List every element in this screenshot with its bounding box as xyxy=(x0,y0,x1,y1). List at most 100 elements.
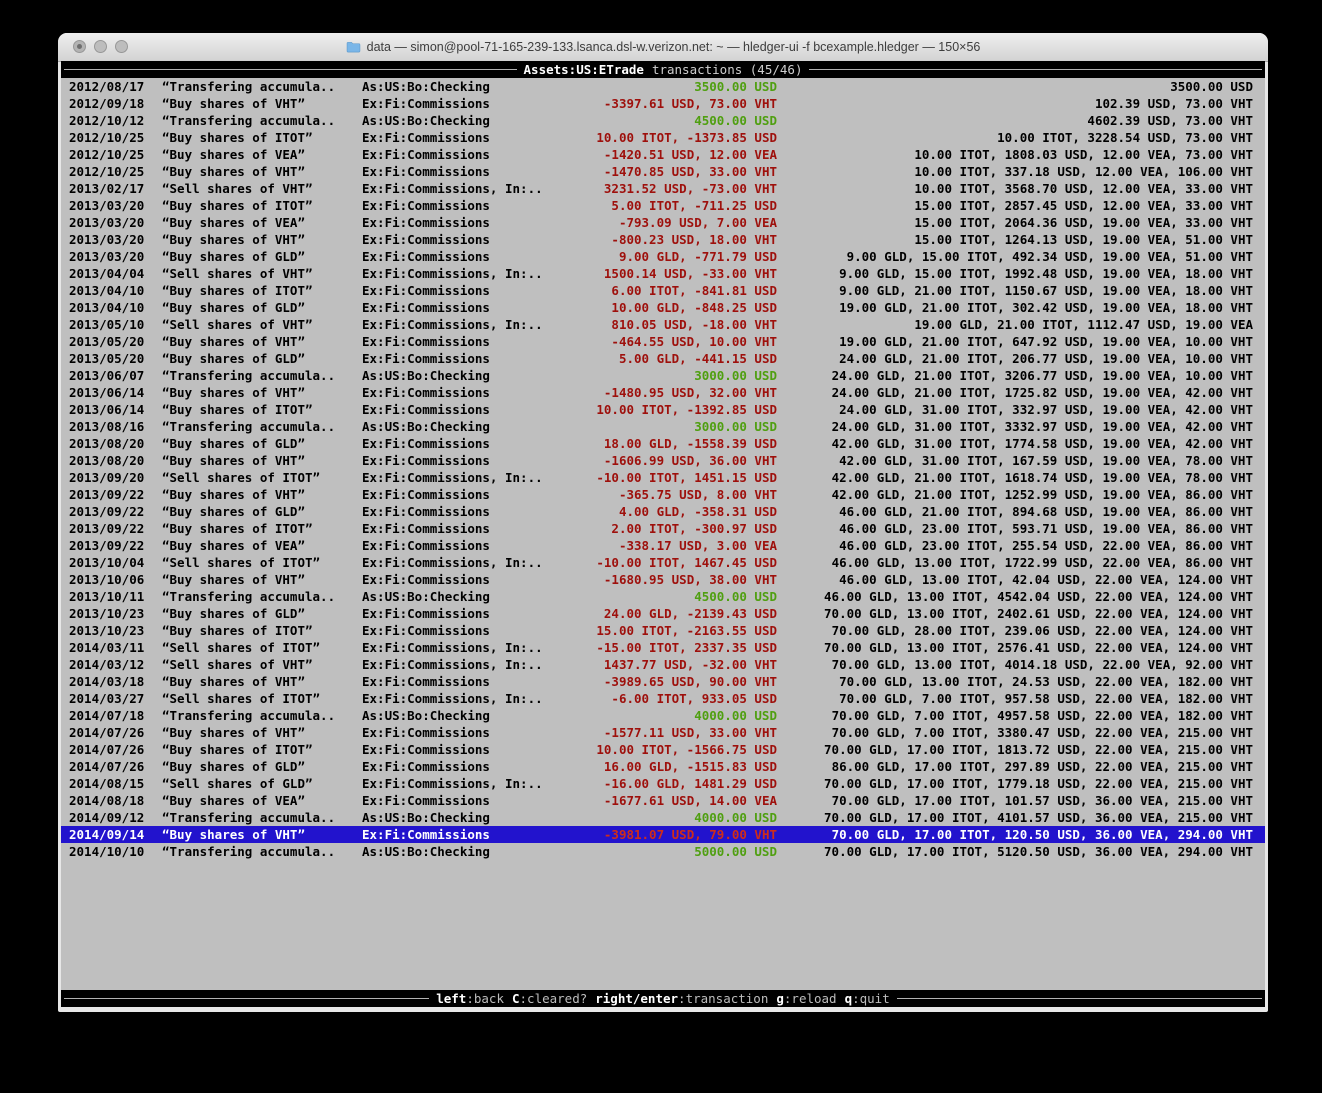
transaction-row[interactable]: 2013/09/20 “Sell shares of ITOT” Ex:Fi:C… xyxy=(61,469,1265,486)
transaction-date: 2013/03/20 xyxy=(69,197,144,214)
transaction-row[interactable]: 2014/03/27 “Sell shares of ITOT” Ex:Fi:C… xyxy=(61,690,1265,707)
hint-action-transaction: :transaction xyxy=(678,991,768,1006)
transaction-row[interactable]: 2013/05/20 “Buy shares of GLD” Ex:Fi:Com… xyxy=(61,350,1265,367)
transaction-other-accounts: As:US:Bo:Checking xyxy=(362,78,490,95)
transaction-row[interactable]: 2014/07/26 “Buy shares of VHT” Ex:Fi:Com… xyxy=(61,724,1265,741)
zoom-button[interactable] xyxy=(115,40,128,53)
transaction-other-accounts: Ex:Fi:Commissions xyxy=(362,537,490,554)
minimize-button[interactable] xyxy=(94,40,107,53)
transaction-row[interactable]: 2013/06/07 “Transfering accumula.. As:US… xyxy=(61,367,1265,384)
transaction-description: “Buy shares of ITOT” xyxy=(162,622,313,639)
transaction-running-total: 9.00 GLD, 21.00 ITOT, 1150.67 USD, 19.00… xyxy=(839,282,1253,299)
hint-key-left: left xyxy=(436,991,466,1006)
transaction-amount: -10.00 ITOT, 1467.45 USD xyxy=(596,554,777,571)
transaction-row[interactable]: 2012/09/18 “Buy shares of VHT” Ex:Fi:Com… xyxy=(61,95,1265,112)
transaction-row[interactable]: 2012/08/17 “Transfering accumula.. As:US… xyxy=(61,78,1265,95)
transaction-running-total: 24.00 GLD, 31.00 ITOT, 3332.97 USD, 19.0… xyxy=(832,418,1253,435)
transaction-row[interactable]: 2013/10/04 “Sell shares of ITOT” Ex:Fi:C… xyxy=(61,554,1265,571)
transaction-row[interactable]: 2013/10/23 “Buy shares of GLD” Ex:Fi:Com… xyxy=(61,605,1265,622)
transaction-running-total: 19.00 GLD, 21.00 ITOT, 302.42 USD, 19.00… xyxy=(839,299,1253,316)
transaction-row[interactable]: 2014/09/14 “Buy shares of VHT” Ex:Fi:Com… xyxy=(61,826,1265,843)
transaction-row[interactable]: 2013/06/14 “Buy shares of VHT” Ex:Fi:Com… xyxy=(61,384,1265,401)
transaction-row[interactable]: 2013/02/17 “Sell shares of VHT” Ex:Fi:Co… xyxy=(61,180,1265,197)
transaction-date: 2013/10/23 xyxy=(69,605,144,622)
transaction-other-accounts: Ex:Fi:Commissions, In:.. xyxy=(362,775,543,792)
transaction-date: 2013/03/20 xyxy=(69,248,144,265)
transaction-row[interactable]: 2013/10/06 “Buy shares of VHT” Ex:Fi:Com… xyxy=(61,571,1265,588)
transaction-row[interactable]: 2013/04/10 “Buy shares of GLD” Ex:Fi:Com… xyxy=(61,299,1265,316)
transaction-row[interactable]: 2014/03/12 “Sell shares of VHT” Ex:Fi:Co… xyxy=(61,656,1265,673)
transaction-running-total: 42.00 GLD, 31.00 ITOT, 167.59 USD, 19.00… xyxy=(839,452,1253,469)
transaction-description: “Sell shares of ITOT” xyxy=(162,554,320,571)
transaction-description: “Buy shares of VHT” xyxy=(162,673,305,690)
transaction-row[interactable]: 2014/08/18 “Buy shares of VEA” Ex:Fi:Com… xyxy=(61,792,1265,809)
transaction-row[interactable]: 2013/10/11 “Transfering accumula.. As:US… xyxy=(61,588,1265,605)
transaction-row[interactable]: 2013/06/14 “Buy shares of ITOT” Ex:Fi:Co… xyxy=(61,401,1265,418)
close-button[interactable] xyxy=(73,40,86,53)
transaction-row[interactable]: 2014/07/26 “Buy shares of GLD” Ex:Fi:Com… xyxy=(61,758,1265,775)
transaction-row[interactable]: 2012/10/12 “Transfering accumula.. As:US… xyxy=(61,112,1265,129)
transaction-row[interactable]: 2013/05/20 “Buy shares of VHT” Ex:Fi:Com… xyxy=(61,333,1265,350)
transaction-date: 2013/04/04 xyxy=(69,265,144,282)
transaction-row[interactable]: 2013/08/20 “Buy shares of VHT” Ex:Fi:Com… xyxy=(61,452,1265,469)
transaction-date: 2013/05/10 xyxy=(69,316,144,333)
transaction-row[interactable]: 2013/09/22 “Buy shares of GLD” Ex:Fi:Com… xyxy=(61,503,1265,520)
transaction-description: “Sell shares of ITOT” xyxy=(162,639,320,656)
transaction-row[interactable]: 2014/07/26 “Buy shares of ITOT” Ex:Fi:Co… xyxy=(61,741,1265,758)
transaction-date: 2012/09/18 xyxy=(69,95,144,112)
transaction-row[interactable]: 2013/03/20 “Buy shares of ITOT” Ex:Fi:Co… xyxy=(61,197,1265,214)
transaction-running-total: 10.00 ITOT, 1808.03 USD, 12.00 VEA, 73.0… xyxy=(914,146,1253,163)
transaction-row[interactable]: 2013/08/20 “Buy shares of GLD” Ex:Fi:Com… xyxy=(61,435,1265,452)
footer-bar: left:backC:cleared?right/enter:transacti… xyxy=(61,990,1265,1007)
transaction-amount: 3000.00 USD xyxy=(694,418,777,435)
transaction-row[interactable]: 2013/03/20 “Buy shares of VHT” Ex:Fi:Com… xyxy=(61,231,1265,248)
transaction-running-total: 10.00 ITOT, 337.18 USD, 12.00 VEA, 106.0… xyxy=(914,163,1253,180)
transaction-row[interactable]: 2012/10/25 “Buy shares of ITOT” Ex:Fi:Co… xyxy=(61,129,1265,146)
transaction-description: “Buy shares of VEA” xyxy=(162,214,305,231)
transaction-row[interactable]: 2014/09/12 “Transfering accumula.. As:US… xyxy=(61,809,1265,826)
transaction-running-total: 70.00 GLD, 17.00 ITOT, 5120.50 USD, 36.0… xyxy=(824,843,1253,860)
hint-action-back: :back xyxy=(466,991,504,1006)
transaction-row[interactable]: 2014/10/10 “Transfering accumula.. As:US… xyxy=(61,843,1265,860)
transaction-row[interactable]: 2012/10/25 “Buy shares of VEA” Ex:Fi:Com… xyxy=(61,146,1265,163)
transaction-row[interactable]: 2013/09/22 “Buy shares of ITOT” Ex:Fi:Co… xyxy=(61,520,1265,537)
transaction-running-total: 42.00 GLD, 21.00 ITOT, 1252.99 USD, 19.0… xyxy=(832,486,1253,503)
transaction-amount: -1420.51 USD, 12.00 VEA xyxy=(604,146,777,163)
transaction-row[interactable]: 2013/04/10 “Buy shares of ITOT” Ex:Fi:Co… xyxy=(61,282,1265,299)
transaction-row[interactable]: 2013/04/04 “Sell shares of VHT” Ex:Fi:Co… xyxy=(61,265,1265,282)
transaction-row[interactable]: 2014/07/18 “Transfering accumula.. As:US… xyxy=(61,707,1265,724)
transaction-other-accounts: Ex:Fi:Commissions xyxy=(362,571,490,588)
transaction-list[interactable]: 2012/08/17 “Transfering accumula.. As:US… xyxy=(61,78,1265,860)
transaction-amount: 810.05 USD, -18.00 VHT xyxy=(611,316,777,333)
transaction-amount: 10.00 ITOT, -1373.85 USD xyxy=(596,129,777,146)
transaction-row[interactable]: 2014/03/11 “Sell shares of ITOT” Ex:Fi:C… xyxy=(61,639,1265,656)
transaction-date: 2013/10/06 xyxy=(69,571,144,588)
window-titlebar[interactable]: data — simon@pool-71-165-239-133.lsanca.… xyxy=(58,33,1268,62)
transaction-amount: -338.17 USD, 3.00 VEA xyxy=(619,537,777,554)
transaction-row[interactable]: 2013/03/20 “Buy shares of GLD” Ex:Fi:Com… xyxy=(61,248,1265,265)
transaction-other-accounts: As:US:Bo:Checking xyxy=(362,707,490,724)
transaction-amount: -1680.95 USD, 38.00 VHT xyxy=(604,571,777,588)
transaction-row[interactable]: 2014/08/15 “Sell shares of GLD” Ex:Fi:Co… xyxy=(61,775,1265,792)
transaction-date: 2013/06/07 xyxy=(69,367,144,384)
transaction-date: 2014/07/26 xyxy=(69,741,144,758)
transaction-description: “Buy shares of GLD” xyxy=(162,350,305,367)
transaction-row[interactable]: 2013/03/20 “Buy shares of VEA” Ex:Fi:Com… xyxy=(61,214,1265,231)
transaction-date: 2014/07/26 xyxy=(69,724,144,741)
transaction-description: “Buy shares of ITOT” xyxy=(162,401,313,418)
transaction-description: “Transfering accumula.. xyxy=(162,843,335,860)
transaction-date: 2013/09/22 xyxy=(69,486,144,503)
transaction-date: 2013/05/20 xyxy=(69,333,144,350)
transaction-row[interactable]: 2013/10/23 “Buy shares of ITOT” Ex:Fi:Co… xyxy=(61,622,1265,639)
window-title-text: data — simon@pool-71-165-239-133.lsanca.… xyxy=(367,40,981,54)
transaction-row[interactable]: 2013/09/22 “Buy shares of VEA” Ex:Fi:Com… xyxy=(61,537,1265,554)
transaction-description: “Transfering accumula.. xyxy=(162,418,335,435)
transaction-date: 2013/02/17 xyxy=(69,180,144,197)
transaction-running-total: 70.00 GLD, 13.00 ITOT, 24.53 USD, 22.00 … xyxy=(839,673,1253,690)
transaction-row[interactable]: 2013/09/22 “Buy shares of VHT” Ex:Fi:Com… xyxy=(61,486,1265,503)
transaction-row[interactable]: 2013/05/10 “Sell shares of VHT” Ex:Fi:Co… xyxy=(61,316,1265,333)
transaction-row[interactable]: 2012/10/25 “Buy shares of VHT” Ex:Fi:Com… xyxy=(61,163,1265,180)
transaction-row[interactable]: 2014/03/18 “Buy shares of VHT” Ex:Fi:Com… xyxy=(61,673,1265,690)
transaction-date: 2014/08/15 xyxy=(69,775,144,792)
transaction-row[interactable]: 2013/08/16 “Transfering accumula.. As:US… xyxy=(61,418,1265,435)
